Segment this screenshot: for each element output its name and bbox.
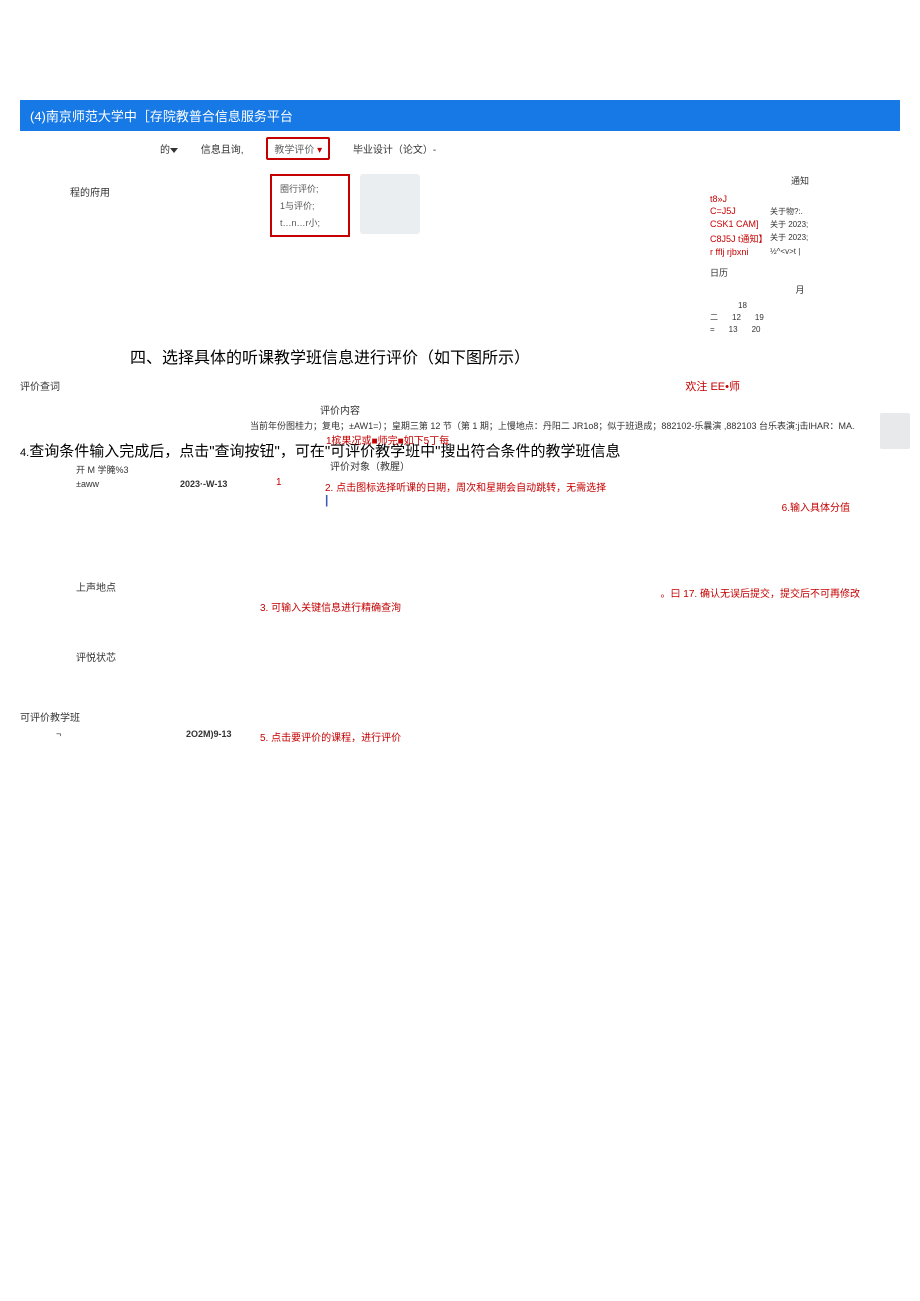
calendar-panel: 日历 月 18 二 12 19 = 13 20 [710, 266, 890, 336]
row-class: 可评价教学班 ¬ 2O2M)9-13 5. 点击要评价的课程，进行评价 [0, 709, 920, 749]
platform-header: (4)南京师范大学中［存院教普合信息服务平台 [20, 100, 900, 131]
notice-row[interactable]: r fflj rjbxni ½^<v>t | [710, 246, 890, 258]
calendar-row: = 13 20 [710, 324, 890, 336]
step-4-number: 4. [20, 447, 29, 459]
notice-code: C8J5J t通知】 [710, 232, 770, 245]
notice-row[interactable]: t8»J [710, 193, 890, 205]
cursor-bar: | [325, 493, 328, 507]
nav-item-thesis[interactable]: 毕业设计（论文）- [353, 141, 436, 156]
class-label: 可评价教学班 [20, 709, 80, 724]
eval-content-label: 评价内容 [320, 402, 920, 417]
calendar-title: 日历 [710, 266, 890, 279]
notice-row[interactable]: C8J5J t通知】 关于 2023; [710, 231, 890, 246]
calendar-grid: 18 二 12 19 = 13 20 [710, 300, 890, 336]
km-label: 开 M 学腌%3 [76, 463, 129, 476]
notice-body: ½^<v>t | [770, 247, 890, 257]
eval-query-label: 评价查词 [20, 382, 60, 393]
notice-row[interactable]: C=J5J 关于物?:. [710, 205, 890, 218]
annotation-step-6: 6.输入具体分值 [782, 499, 850, 514]
row-place: 上声地点 3. 可输入关键信息进行精确查洵 。曰 17. 确认无误后提交，提交后… [0, 579, 920, 619]
menu-item-2[interactable]: 1与评价; [280, 197, 340, 214]
nav-dropdown-eval[interactable]: 教学评价 ▾ [266, 137, 330, 160]
date-label-1: 2023·-W-13 [180, 479, 227, 489]
eval-content-detail: 当前年份图桂力；复电；±AW1=）；皇期三第 12 节（第 1 期；上慢地点：丹… [250, 419, 920, 432]
nav-item-info[interactable]: 信息且询, [201, 141, 244, 156]
notice-panel: 通知 t8»J C=J5J 关于物?:. CSK1 CAM] 关于 2023; … [710, 174, 890, 258]
calendar-row: 18 [710, 300, 890, 312]
notice-code: CSK1 CAM] [710, 219, 770, 230]
row-after-step4: ±aww 2023·-W-13 1 2. 点击图标选择听课的日期，周次和星期会自… [0, 479, 920, 509]
instruction-step-4: 4.查询条件输入完成后，点击"查询按钮"，可在"可评价教学班中"搜出符合条件的教… [20, 440, 900, 461]
caret-down-icon: ▾ [317, 145, 322, 156]
notice-code: t8»J [710, 194, 770, 204]
calendar-month: 月 [710, 283, 890, 296]
section-4-heading: 四、选择具体的听课教学班信息进行评价（如下图所示） [130, 344, 920, 368]
notice-body [770, 194, 890, 204]
notice-body: 关于 2023; [770, 232, 890, 245]
notice-code: r fflj rjbxni [710, 247, 770, 257]
menu-item-1[interactable]: 圈行评价; [280, 180, 340, 197]
neg-symbol: ¬ [56, 729, 61, 739]
red-number-1: 1 [276, 477, 282, 488]
nav-bar: 的 信息且询, 教学评价 ▾ 毕业设计（论文）- [20, 131, 900, 166]
course-use-label: 程的府用 [70, 184, 110, 199]
notice-title: 通知 [710, 174, 890, 187]
platform-title: (4)南京师范大学中［存院教普合信息服务平台 [30, 109, 293, 124]
calendar-row: 二 12 19 [710, 312, 890, 324]
aww-label: ±aww [76, 479, 99, 489]
annotation-step-3: 3. 可输入关键信息进行精确查洵 [260, 599, 401, 614]
annotation-step-5: 5. 点击要评价的课程，进行评价 [260, 729, 401, 744]
notice-body: 关于物?:. [770, 206, 890, 217]
nav-item-1[interactable]: 的 [160, 141, 178, 156]
content-row-1: 程的府用 圈行评价; 1与评价; t…n…r小; 通知 t8»J C=J5J 关… [20, 174, 900, 314]
menu-item-3[interactable]: t…n…r小; [280, 214, 340, 231]
status-label: 评悦状芯 [76, 649, 116, 664]
place-label: 上声地点 [76, 579, 116, 594]
welcome-teacher: 欢注 EE•师 [685, 378, 740, 394]
notice-body: 关于 2023; [770, 219, 890, 230]
annotation-step-2: 2. 点击图标选择听课的日期，周次和星期会自动跳转，无需选择 [325, 479, 606, 494]
notice-code: C=J5J [710, 206, 770, 217]
date-label-2: 2O2M)9-13 [186, 729, 232, 739]
row-status: 评悦状芯 [0, 649, 920, 679]
inline-red-overlap-1: 1槟果况或■师完■如下5丁每 [326, 432, 449, 447]
avatar-placeholder [360, 174, 420, 234]
eval-dropdown-menu: 圈行评价; 1与评价; t…n…r小; [270, 174, 350, 237]
notice-row[interactable]: CSK1 CAM] 关于 2023; [710, 218, 890, 231]
annotation-step-7: 。曰 17. 确认无误后提交，提交后不可再修改 [661, 585, 860, 600]
step-4-text: 查询条件输入完成后，点击"查询按钮"，可在"可评价教学班中"搜出符合条件的教学班… [29, 443, 620, 460]
eval-query-row: 评价查词 欢注 EE•师 [0, 378, 920, 396]
caret-down-icon [170, 148, 178, 153]
